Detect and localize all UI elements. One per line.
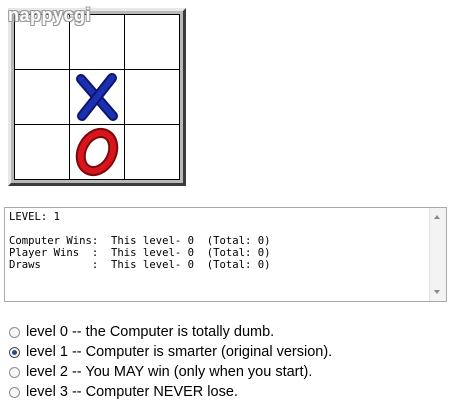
nappycgi-logo: nappycgi	[8, 5, 92, 25]
level-2-radio[interactable]	[9, 366, 20, 378]
board-cell-9[interactable]	[125, 125, 180, 180]
score-status-text: LEVEL: 1 Computer Wins: This level- 0 (T…	[9, 211, 271, 271]
game-board-frame	[8, 8, 186, 186]
scroll-down-arrow-icon[interactable]	[434, 290, 440, 294]
level-1-radio[interactable]	[9, 346, 20, 358]
board-cell-8[interactable]	[70, 125, 125, 180]
board-cell-5[interactable]	[70, 70, 125, 125]
level-2-label: level 2 -- You MAY win (only when you st…	[26, 364, 313, 380]
o-mark-icon	[75, 127, 119, 177]
level-0-label: level 0 -- the Computer is totally dumb.	[26, 324, 275, 340]
level-selector: level 0 -- the Computer is totally dumb.…	[9, 322, 332, 402]
level-option-0[interactable]: level 0 -- the Computer is totally dumb.	[9, 322, 332, 342]
score-status-textarea[interactable]: LEVEL: 1 Computer Wins: This level- 0 (T…	[4, 207, 447, 302]
level-3-label: level 3 -- Computer NEVER lose.	[26, 384, 238, 400]
level-1-label: level 1 -- Computer is smarter (original…	[26, 344, 333, 360]
board-cell-4[interactable]	[15, 70, 70, 125]
level-option-3[interactable]: level 3 -- Computer NEVER lose.	[9, 382, 332, 402]
level-3-radio[interactable]	[9, 386, 20, 398]
board-cell-3[interactable]	[125, 15, 180, 70]
x-mark-icon	[76, 73, 118, 121]
level-option-2[interactable]: level 2 -- You MAY win (only when you st…	[9, 362, 332, 382]
board-cell-7[interactable]	[15, 125, 70, 180]
status-scrollbar[interactable]	[429, 208, 446, 301]
board-cell-6[interactable]	[125, 70, 180, 125]
game-board	[14, 14, 180, 180]
level-0-radio[interactable]	[9, 326, 20, 338]
level-option-1[interactable]: level 1 -- Computer is smarter (original…	[9, 342, 332, 362]
scroll-up-arrow-icon[interactable]	[434, 215, 440, 219]
